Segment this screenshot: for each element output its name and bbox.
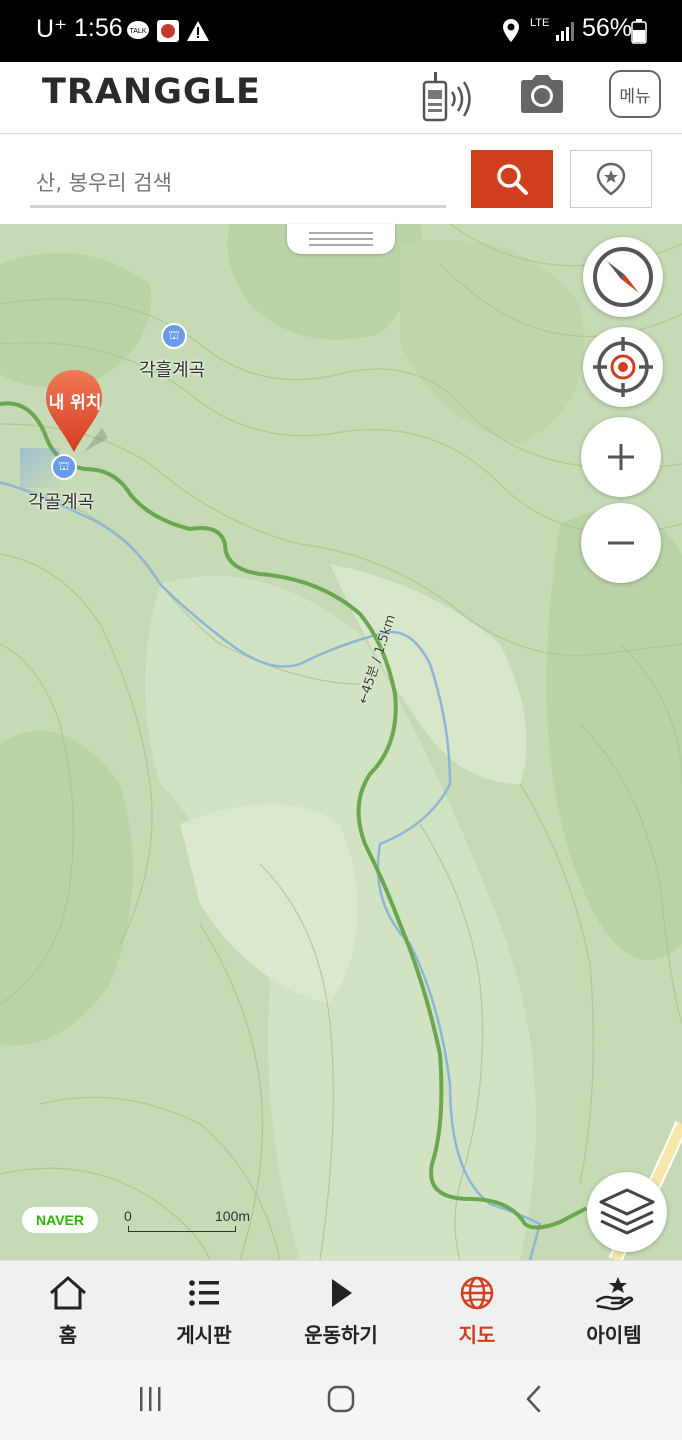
hand-star-icon bbox=[595, 1277, 634, 1311]
favorite-location-button[interactable] bbox=[570, 150, 652, 208]
valley-poi-icon[interactable]: ⛫ bbox=[161, 323, 187, 349]
bottom-tab-bar: 홈 게시판 운동하기 지도 아이템 bbox=[0, 1260, 682, 1360]
home-nav-icon[interactable] bbox=[326, 1384, 356, 1414]
back-icon[interactable] bbox=[520, 1384, 550, 1414]
app-logo: TRANGGLE bbox=[42, 72, 261, 112]
scale-start: 0 bbox=[124, 1208, 132, 1224]
tab-home[interactable]: 홈 bbox=[0, 1261, 136, 1361]
zoom-out-button[interactable] bbox=[581, 503, 661, 583]
warning-icon bbox=[186, 20, 210, 46]
tab-label: 게시판 bbox=[176, 1323, 232, 1347]
search-input[interactable] bbox=[30, 160, 446, 208]
tab-label: 운동하기 bbox=[304, 1323, 378, 1347]
play-icon bbox=[332, 1279, 352, 1307]
locate-me-button[interactable] bbox=[583, 327, 663, 407]
scale-bar bbox=[128, 1226, 236, 1232]
naver-attribution: NAVER bbox=[22, 1207, 98, 1233]
zoom-in-button[interactable] bbox=[581, 417, 661, 497]
tab-exercise[interactable]: 운동하기 bbox=[273, 1261, 409, 1361]
signal-icon bbox=[554, 20, 576, 46]
minus-icon bbox=[608, 541, 634, 545]
location-icon bbox=[502, 18, 520, 48]
menu-button[interactable]: 메뉴 bbox=[609, 70, 661, 118]
carrier-label: U⁺ bbox=[36, 15, 68, 43]
layers-icon bbox=[599, 1188, 655, 1235]
search-icon bbox=[497, 164, 528, 195]
network-type: LTE bbox=[530, 17, 550, 29]
my-location-label: 내 위치 bbox=[48, 393, 102, 413]
compass-button[interactable] bbox=[583, 237, 663, 317]
clock: 1:56 bbox=[74, 14, 123, 42]
poi-label-gakheul[interactable]: 각흘계곡 bbox=[139, 356, 205, 382]
crosshair-icon bbox=[593, 337, 653, 397]
system-navigation-bar bbox=[0, 1360, 682, 1440]
tab-label: 홈 bbox=[58, 1323, 78, 1347]
talk-notification-icon: TALK bbox=[126, 20, 150, 46]
poi-label-gakgol[interactable]: 각골계곡 bbox=[28, 488, 94, 514]
svg-text:TALK: TALK bbox=[130, 28, 147, 35]
map-drawer-handle[interactable] bbox=[287, 224, 395, 254]
compass-icon bbox=[593, 247, 653, 307]
status-bar: U⁺ 1:56 TALK LTE 56% bbox=[0, 0, 682, 62]
valley-poi-icon[interactable]: ⛫ bbox=[51, 454, 77, 480]
battery-icon bbox=[631, 18, 647, 48]
globe-icon bbox=[460, 1276, 494, 1310]
map-layers-button[interactable] bbox=[587, 1172, 667, 1252]
map-pin-star-icon bbox=[596, 162, 626, 196]
camera-icon[interactable] bbox=[520, 74, 564, 118]
walkie-talkie-icon[interactable] bbox=[418, 70, 480, 126]
app-header: TRANGGLE 메뉴 bbox=[0, 62, 682, 134]
app-notification-icon bbox=[156, 19, 180, 47]
search-bar bbox=[0, 134, 682, 224]
tab-map[interactable]: 지도 bbox=[409, 1261, 545, 1361]
recent-apps-icon[interactable] bbox=[136, 1384, 166, 1414]
tab-items[interactable]: 아이템 bbox=[546, 1261, 682, 1361]
list-icon bbox=[189, 1280, 219, 1306]
tab-board[interactable]: 게시판 bbox=[136, 1261, 272, 1361]
home-icon bbox=[50, 1276, 86, 1310]
battery-percent: 56% bbox=[582, 14, 633, 42]
tab-label: 아이템 bbox=[586, 1323, 642, 1347]
tab-label: 지도 bbox=[458, 1323, 496, 1347]
plus-icon bbox=[608, 444, 634, 470]
search-button[interactable] bbox=[471, 150, 553, 208]
scale-end: 100m bbox=[215, 1208, 251, 1224]
